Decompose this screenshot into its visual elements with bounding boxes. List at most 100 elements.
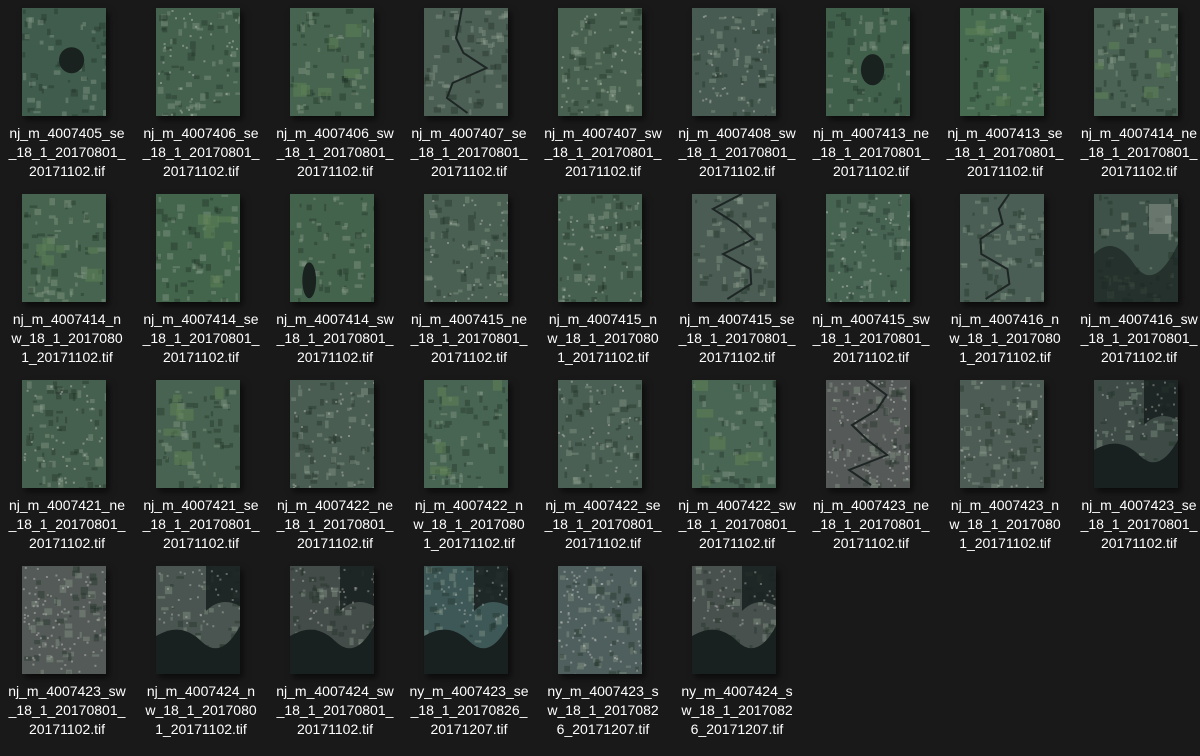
file-name: nj_m_4007414_ne _18_1_20170801_ 20171102… bbox=[1080, 125, 1198, 179]
file-item[interactable]: nj_m_4007421_ne _18_1_20170801_ 20171102… bbox=[0, 372, 134, 558]
file-name: ny_m_4007423_s w_18_1_2017082 6_20171207… bbox=[547, 683, 659, 737]
file-name: nj_m_4007424_sw _18_1_20170801_ 20171102… bbox=[276, 683, 394, 737]
file-thumbnail[interactable] bbox=[960, 8, 1044, 116]
file-item[interactable]: nj_m_4007414_ne _18_1_20170801_ 20171102… bbox=[1072, 0, 1200, 186]
file-item[interactable]: ny_m_4007424_s w_18_1_2017082 6_20171207… bbox=[670, 558, 804, 744]
file-thumbnail[interactable] bbox=[290, 566, 374, 674]
file-item[interactable]: nj_m_4007408_sw _18_1_20170801_ 20171102… bbox=[670, 0, 804, 186]
file-thumbnail[interactable] bbox=[960, 194, 1044, 302]
file-name: nj_m_4007405_se _18_1_20170801_ 20171102… bbox=[8, 125, 126, 179]
file-item[interactable]: nj_m_4007414_sw _18_1_20170801_ 20171102… bbox=[268, 186, 402, 372]
file-name: nj_m_4007423_ne _18_1_20170801_ 20171102… bbox=[812, 497, 930, 551]
file-thumbnail[interactable] bbox=[826, 380, 910, 488]
file-item[interactable]: nj_m_4007424_sw _18_1_20170801_ 20171102… bbox=[268, 558, 402, 744]
file-name: nj_m_4007422_n w_18_1_2017080 1_20171102… bbox=[413, 497, 525, 551]
file-item[interactable]: nj_m_4007406_se _18_1_20170801_ 20171102… bbox=[134, 0, 268, 186]
file-thumbnail[interactable] bbox=[826, 194, 910, 302]
file-thumbnail[interactable] bbox=[156, 194, 240, 302]
file-name: ny_m_4007424_s w_18_1_2017082 6_20171207… bbox=[681, 683, 793, 737]
file-thumbnail[interactable] bbox=[290, 8, 374, 116]
file-name: nj_m_4007414_n w_18_1_2017080 1_20171102… bbox=[11, 311, 123, 365]
file-item[interactable]: nj_m_4007415_sw _18_1_20170801_ 20171102… bbox=[804, 186, 938, 372]
file-thumbnail[interactable] bbox=[558, 380, 642, 488]
file-name: nj_m_4007414_se _18_1_20170801_ 20171102… bbox=[142, 311, 260, 365]
file-thumbnail[interactable] bbox=[1094, 8, 1178, 116]
file-name: nj_m_4007423_sw _18_1_20170801_ 20171102… bbox=[8, 683, 126, 737]
file-name: nj_m_4007422_ne _18_1_20170801_ 20171102… bbox=[276, 497, 394, 551]
file-thumbnail[interactable] bbox=[692, 566, 776, 674]
file-thumbnail[interactable] bbox=[424, 380, 508, 488]
file-thumbnail[interactable] bbox=[960, 380, 1044, 488]
file-item[interactable]: nj_m_4007422_sw _18_1_20170801_ 20171102… bbox=[670, 372, 804, 558]
file-name: nj_m_4007422_sw _18_1_20170801_ 20171102… bbox=[678, 497, 796, 551]
file-name: nj_m_4007407_se _18_1_20170801_ 20171102… bbox=[410, 125, 528, 179]
file-thumbnail[interactable] bbox=[156, 8, 240, 116]
file-thumbnail[interactable] bbox=[424, 566, 508, 674]
file-thumbnail[interactable] bbox=[22, 8, 106, 116]
file-name: nj_m_4007421_ne _18_1_20170801_ 20171102… bbox=[8, 497, 126, 551]
file-item[interactable]: nj_m_4007405_se _18_1_20170801_ 20171102… bbox=[0, 0, 134, 186]
file-name: nj_m_4007423_n w_18_1_2017080 1_20171102… bbox=[949, 497, 1061, 551]
file-item[interactable]: nj_m_4007415_n w_18_1_2017080 1_20171102… bbox=[536, 186, 670, 372]
file-grid: nj_m_4007405_se _18_1_20170801_ 20171102… bbox=[0, 0, 1200, 756]
file-item[interactable]: nj_m_4007407_sw _18_1_20170801_ 20171102… bbox=[536, 0, 670, 186]
file-name: nj_m_4007413_se _18_1_20170801_ 20171102… bbox=[946, 125, 1064, 179]
file-item[interactable]: nj_m_4007407_se _18_1_20170801_ 20171102… bbox=[402, 0, 536, 186]
file-item[interactable]: nj_m_4007413_ne _18_1_20170801_ 20171102… bbox=[804, 0, 938, 186]
file-thumbnail[interactable] bbox=[156, 566, 240, 674]
file-thumbnail[interactable] bbox=[692, 380, 776, 488]
file-item[interactable]: nj_m_4007423_se _18_1_20170801_ 20171102… bbox=[1072, 372, 1200, 558]
file-name: nj_m_4007415_sw _18_1_20170801_ 20171102… bbox=[812, 311, 930, 365]
file-thumbnail[interactable] bbox=[22, 566, 106, 674]
file-thumbnail[interactable] bbox=[558, 566, 642, 674]
file-name: nj_m_4007416_n w_18_1_2017080 1_20171102… bbox=[949, 311, 1061, 365]
file-thumbnail[interactable] bbox=[424, 194, 508, 302]
file-thumbnail[interactable] bbox=[424, 8, 508, 116]
file-item[interactable]: ny_m_4007423_se _18_1_20170826_ 20171207… bbox=[402, 558, 536, 744]
file-thumbnail[interactable] bbox=[290, 194, 374, 302]
file-thumbnail[interactable] bbox=[558, 8, 642, 116]
file-item[interactable]: nj_m_4007422_n w_18_1_2017080 1_20171102… bbox=[402, 372, 536, 558]
file-name: nj_m_4007415_ne _18_1_20170801_ 20171102… bbox=[410, 311, 528, 365]
file-name: nj_m_4007413_ne _18_1_20170801_ 20171102… bbox=[812, 125, 930, 179]
file-item[interactable]: nj_m_4007423_n w_18_1_2017080 1_20171102… bbox=[938, 372, 1072, 558]
file-name: nj_m_4007407_sw _18_1_20170801_ 20171102… bbox=[544, 125, 662, 179]
file-thumbnail[interactable] bbox=[558, 194, 642, 302]
file-name: nj_m_4007408_sw _18_1_20170801_ 20171102… bbox=[678, 125, 796, 179]
file-name: nj_m_4007415_se _18_1_20170801_ 20171102… bbox=[678, 311, 796, 365]
file-thumbnail[interactable] bbox=[22, 194, 106, 302]
file-thumbnail[interactable] bbox=[1094, 380, 1178, 488]
file-thumbnail[interactable] bbox=[22, 380, 106, 488]
file-name: nj_m_4007421_se _18_1_20170801_ 20171102… bbox=[142, 497, 260, 551]
file-item[interactable]: nj_m_4007422_se _18_1_20170801_ 20171102… bbox=[536, 372, 670, 558]
file-thumbnail[interactable] bbox=[692, 8, 776, 116]
file-item[interactable]: nj_m_4007424_n w_18_1_2017080 1_20171102… bbox=[134, 558, 268, 744]
file-thumbnail[interactable] bbox=[156, 380, 240, 488]
file-name: nj_m_4007414_sw _18_1_20170801_ 20171102… bbox=[276, 311, 394, 365]
file-item[interactable]: nj_m_4007416_n w_18_1_2017080 1_20171102… bbox=[938, 186, 1072, 372]
file-name: nj_m_4007416_sw _18_1_20170801_ 20171102… bbox=[1080, 311, 1198, 365]
file-thumbnail[interactable] bbox=[1094, 194, 1178, 302]
file-item[interactable]: nj_m_4007414_se _18_1_20170801_ 20171102… bbox=[134, 186, 268, 372]
file-name: nj_m_4007415_n w_18_1_2017080 1_20171102… bbox=[547, 311, 659, 365]
file-item[interactable]: nj_m_4007423_sw _18_1_20170801_ 20171102… bbox=[0, 558, 134, 744]
file-item[interactable]: nj_m_4007423_ne _18_1_20170801_ 20171102… bbox=[804, 372, 938, 558]
file-thumbnail[interactable] bbox=[692, 194, 776, 302]
file-item[interactable]: nj_m_4007416_sw _18_1_20170801_ 20171102… bbox=[1072, 186, 1200, 372]
file-item[interactable]: nj_m_4007414_n w_18_1_2017080 1_20171102… bbox=[0, 186, 134, 372]
file-item[interactable]: nj_m_4007413_se _18_1_20170801_ 20171102… bbox=[938, 0, 1072, 186]
file-thumbnail[interactable] bbox=[826, 8, 910, 116]
file-item[interactable]: nj_m_4007415_se _18_1_20170801_ 20171102… bbox=[670, 186, 804, 372]
file-thumbnail[interactable] bbox=[290, 380, 374, 488]
file-name: nj_m_4007424_n w_18_1_2017080 1_20171102… bbox=[145, 683, 257, 737]
file-name: nj_m_4007406_se _18_1_20170801_ 20171102… bbox=[142, 125, 260, 179]
file-name: nj_m_4007422_se _18_1_20170801_ 20171102… bbox=[544, 497, 662, 551]
file-item[interactable]: ny_m_4007423_s w_18_1_2017082 6_20171207… bbox=[536, 558, 670, 744]
file-item[interactable]: nj_m_4007421_se _18_1_20170801_ 20171102… bbox=[134, 372, 268, 558]
file-name: nj_m_4007406_sw _18_1_20170801_ 20171102… bbox=[276, 125, 394, 179]
file-name: ny_m_4007423_se _18_1_20170826_ 20171207… bbox=[409, 683, 529, 737]
file-item[interactable]: nj_m_4007415_ne _18_1_20170801_ 20171102… bbox=[402, 186, 536, 372]
file-item[interactable]: nj_m_4007422_ne _18_1_20170801_ 20171102… bbox=[268, 372, 402, 558]
file-item[interactable]: nj_m_4007406_sw _18_1_20170801_ 20171102… bbox=[268, 0, 402, 186]
file-name: nj_m_4007423_se _18_1_20170801_ 20171102… bbox=[1080, 497, 1198, 551]
